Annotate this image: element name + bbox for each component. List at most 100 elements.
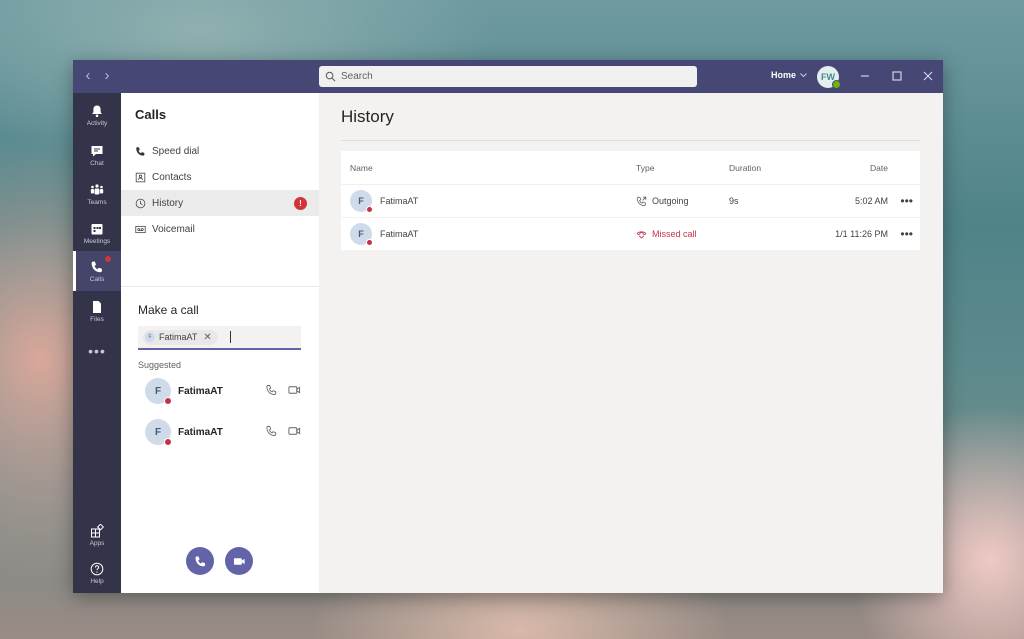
avatar-initial: F [154, 385, 162, 397]
rail-item-chat[interactable]: Chat [73, 135, 121, 175]
dial-input[interactable]: F FatimaAT ✕ [138, 326, 301, 350]
maximize-icon[interactable] [889, 68, 905, 84]
rail-item-help[interactable]: Help [73, 553, 121, 593]
call-duration: 9s [729, 196, 739, 206]
more-apps-button[interactable]: ••• [73, 343, 121, 359]
audio-call-icon[interactable] [265, 384, 278, 396]
notification-dot [105, 256, 111, 262]
chip-avatar: F [145, 332, 155, 342]
chip-name: FatimaAT [159, 332, 198, 342]
history-panel: History Name Type Duration Date F Fatima… [319, 93, 943, 593]
history-badge: ! [294, 197, 307, 210]
apps-icon [91, 523, 104, 537]
missed-call-icon [636, 230, 647, 239]
text-cursor [229, 331, 231, 343]
history-table: Name Type Duration Date F FatimaAT Outgo… [341, 151, 920, 251]
rail-label: Activity [86, 119, 108, 127]
calls-nav-speed-dial[interactable]: Speed dial [121, 138, 319, 164]
column-date[interactable]: Date [870, 163, 888, 173]
rail-item-apps[interactable]: Apps [73, 515, 121, 555]
more-options-button[interactable]: ••• [900, 227, 913, 241]
suggested-contact[interactable]: F FatimaAT [138, 376, 308, 406]
presence-busy-icon [366, 206, 373, 213]
rail-label: Apps [89, 539, 105, 547]
recipient-chip: F FatimaAT ✕ [143, 329, 218, 345]
start-audio-call-button[interactable] [186, 547, 214, 575]
chat-icon [91, 145, 103, 156]
call-type: Missed call [652, 229, 697, 239]
divider [341, 140, 920, 141]
title-bar: ‹ › Search Home FW [73, 60, 943, 93]
app-rail: Activity Chat Teams Meetings Calls Files… [73, 93, 121, 593]
nav-label: History [152, 197, 184, 209]
search-icon [325, 71, 336, 82]
phone-icon [194, 555, 205, 566]
calls-nav-voicemail[interactable]: Voicemail [121, 216, 319, 242]
teams-icon [90, 183, 104, 194]
avatar-initial: F [154, 426, 162, 438]
call-type: Outgoing [652, 196, 689, 206]
home-label: Home [771, 70, 797, 80]
rail-item-activity[interactable]: Activity [73, 95, 121, 135]
close-icon[interactable] [920, 68, 936, 84]
calendar-icon [91, 223, 103, 234]
contact-name: FatimaAT [178, 385, 223, 397]
calls-title: Calls [135, 107, 167, 122]
page-title: History [341, 107, 394, 126]
divider [121, 286, 319, 287]
avatar: F [145, 419, 172, 446]
calls-nav-contacts[interactable]: Contacts [121, 164, 319, 190]
caller-name: FatimaAT [380, 229, 419, 239]
rail-label: Teams [87, 198, 107, 206]
start-video-call-button[interactable] [225, 547, 253, 575]
column-type[interactable]: Type [636, 163, 654, 173]
calls-nav: Speed dial Contacts History ! Voicemail [121, 138, 319, 242]
presence-busy-icon [164, 438, 172, 446]
clock-icon [135, 198, 146, 208]
table-header: Name Type Duration Date [341, 151, 920, 185]
avatar: F [350, 190, 373, 213]
nav-label: Contacts [152, 171, 192, 183]
table-row[interactable]: F FatimaAT Outgoing 9s 5:02 AM ••• [341, 185, 920, 218]
video-call-icon[interactable] [288, 425, 301, 437]
caller-name: FatimaAT [380, 196, 419, 206]
rail-item-files[interactable]: Files [73, 291, 121, 331]
call-date: 1/1 11:26 PM [835, 229, 888, 239]
rail-label: Calls [89, 275, 105, 283]
phone-icon [91, 261, 102, 272]
home-menu[interactable]: Home [771, 70, 807, 80]
voicemail-icon [135, 225, 146, 233]
presence-available-icon [832, 80, 841, 89]
teams-window: ‹ › Search Home FW Activity Chat Teams M… [73, 60, 943, 593]
rail-item-teams[interactable]: Teams [73, 174, 121, 214]
search-input[interactable]: Search [319, 66, 697, 87]
make-call-title: Make a call [138, 303, 199, 317]
outgoing-call-icon [636, 196, 647, 206]
suggested-contact[interactable]: F FatimaAT [138, 417, 308, 447]
rail-item-calls[interactable]: Calls [73, 251, 121, 291]
nav-label: Voicemail [152, 223, 195, 235]
calls-pane: Calls Speed dial Contacts History ! Voic… [121, 93, 319, 593]
rail-item-meetings[interactable]: Meetings [73, 213, 121, 253]
file-icon [93, 300, 101, 313]
remove-recipient-icon[interactable]: ✕ [203, 332, 211, 343]
video-call-icon[interactable] [288, 384, 301, 396]
suggested-label: Suggested [138, 360, 182, 370]
rail-label: Chat [90, 159, 104, 167]
back-button[interactable]: ‹ [81, 68, 95, 84]
presence-busy-icon [366, 239, 373, 246]
user-avatar[interactable]: FW [817, 66, 841, 89]
bell-icon [92, 105, 102, 117]
audio-call-icon[interactable] [265, 425, 278, 437]
minimize-icon[interactable] [857, 68, 873, 84]
rail-label: Meetings [83, 237, 111, 245]
video-camera-icon [233, 557, 245, 565]
more-options-button[interactable]: ••• [900, 194, 913, 208]
table-row[interactable]: F FatimaAT Missed call 1/1 11:26 PM ••• [341, 218, 920, 251]
calls-nav-history[interactable]: History ! [121, 190, 319, 216]
avatar: F [350, 223, 373, 246]
column-duration[interactable]: Duration [729, 163, 761, 173]
chevron-down-icon [800, 72, 807, 77]
column-name[interactable]: Name [350, 163, 373, 173]
forward-button[interactable]: › [100, 68, 114, 84]
